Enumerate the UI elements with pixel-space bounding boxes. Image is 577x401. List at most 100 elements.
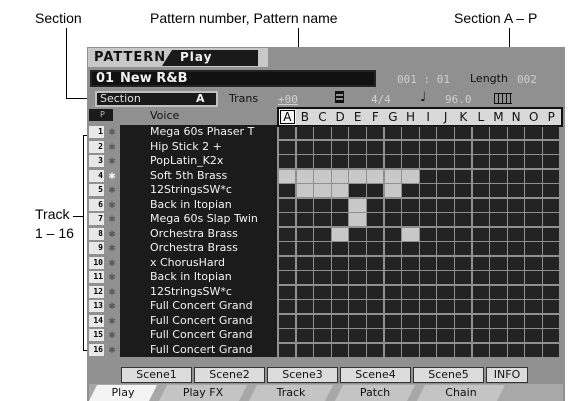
section-m[interactable]: M (490, 109, 507, 125)
tab-chain[interactable]: Chain (417, 385, 505, 401)
pattern-cell[interactable] (349, 271, 366, 285)
pattern-cell[interactable] (331, 242, 349, 256)
pattern-cell[interactable] (367, 184, 384, 198)
pattern-cell[interactable] (349, 256, 366, 270)
pattern-cell[interactable] (279, 314, 296, 328)
pattern-cell[interactable] (296, 213, 313, 227)
pattern-cell[interactable] (507, 300, 525, 314)
tab-play-fx[interactable]: Play FX (159, 385, 247, 401)
pattern-cell[interactable] (279, 213, 296, 227)
pattern-cell[interactable] (419, 256, 437, 270)
pattern-cell[interactable] (490, 184, 507, 198)
pattern-cell[interactable] (419, 184, 437, 198)
pattern-cell[interactable] (472, 256, 489, 270)
pattern-cell-filled[interactable] (314, 169, 331, 183)
pattern-cell[interactable] (543, 285, 560, 299)
section-o[interactable]: O (525, 109, 542, 125)
pattern-cell[interactable] (296, 155, 313, 169)
pattern-cell[interactable] (314, 314, 331, 328)
pattern-cell[interactable] (314, 256, 331, 270)
pattern-cell[interactable] (402, 140, 419, 154)
pattern-cell[interactable] (543, 271, 560, 285)
pattern-cell[interactable] (437, 343, 454, 357)
pattern-cell[interactable] (279, 271, 296, 285)
pattern-cell[interactable] (402, 184, 419, 198)
track-voice[interactable]: Mega 60s Phaser T (120, 125, 277, 140)
track-row[interactable]: 10 ✱ x ChorusHard (89, 255, 277, 270)
pattern-cell[interactable] (419, 242, 437, 256)
scene-2-button[interactable]: Scene2 (194, 367, 265, 383)
pattern-cell[interactable] (525, 169, 542, 183)
pattern-cell-filled[interactable] (384, 169, 401, 183)
pattern-cell[interactable] (331, 256, 349, 270)
pattern-cell[interactable] (419, 227, 437, 241)
pattern-cell[interactable] (419, 343, 437, 357)
pattern-cell[interactable] (384, 198, 401, 212)
tab-track[interactable]: Track (249, 385, 333, 401)
track-row[interactable]: 9 ✱ Orchestra Brass (89, 241, 277, 256)
pattern-cell[interactable] (419, 126, 437, 140)
pattern-cell[interactable] (384, 140, 401, 154)
pattern-cell[interactable] (507, 256, 525, 270)
pattern-cell[interactable] (437, 140, 454, 154)
pattern-cell[interactable] (384, 213, 401, 227)
track-voice[interactable]: Full Concert Grand (120, 313, 277, 328)
pattern-cell[interactable] (402, 300, 419, 314)
pattern-cell[interactable] (490, 169, 507, 183)
pattern-cell[interactable] (314, 227, 331, 241)
pattern-cell[interactable] (543, 343, 560, 357)
pattern-cell[interactable] (367, 213, 384, 227)
pattern-cell-filled[interactable] (296, 169, 313, 183)
track-row[interactable]: 1 ✱ Mega 60s Phaser T (89, 125, 277, 140)
pattern-cell[interactable] (349, 329, 366, 343)
track-voice[interactable]: Orchestra Brass (120, 241, 277, 256)
pattern-cell[interactable] (331, 329, 349, 343)
pattern-cell[interactable] (279, 285, 296, 299)
pattern-cell[interactable] (437, 227, 454, 241)
pattern-cell[interactable] (367, 155, 384, 169)
track-row[interactable]: 4 ✱ Soft 5th Brass (89, 168, 277, 183)
track-row[interactable]: 16 ✱ Full Concert Grand (89, 342, 277, 357)
pattern-cell[interactable] (472, 184, 489, 198)
pattern-cell[interactable] (437, 300, 454, 314)
pattern-cell[interactable] (455, 285, 472, 299)
pattern-cell[interactable] (437, 169, 454, 183)
pattern-cell[interactable] (472, 242, 489, 256)
pattern-cell[interactable] (314, 198, 331, 212)
pattern-cell[interactable] (296, 242, 313, 256)
pattern-cell[interactable] (314, 155, 331, 169)
pattern-cell[interactable] (455, 213, 472, 227)
pattern-cell[interactable] (384, 285, 401, 299)
pattern-cell[interactable] (419, 271, 437, 285)
pattern-cell[interactable] (402, 126, 419, 140)
pattern-cell-filled[interactable] (331, 169, 349, 183)
pattern-cell[interactable] (296, 227, 313, 241)
pattern-cell[interactable] (455, 300, 472, 314)
pattern-cell[interactable] (455, 140, 472, 154)
pattern-cell[interactable] (331, 198, 349, 212)
pattern-cell-filled[interactable] (279, 169, 296, 183)
pattern-cell[interactable] (455, 343, 472, 357)
pattern-cell[interactable] (296, 314, 313, 328)
pattern-cell[interactable] (490, 300, 507, 314)
pattern-cell[interactable] (279, 256, 296, 270)
track-voice[interactable]: Soft 5th Brass (120, 168, 277, 183)
pattern-cell[interactable] (384, 242, 401, 256)
pattern-cell[interactable] (525, 271, 542, 285)
pattern-cell[interactable] (455, 155, 472, 169)
track-voice[interactable]: Back in Itopian (120, 270, 277, 285)
pattern-cell[interactable] (507, 329, 525, 343)
track-voice[interactable]: Orchestra Brass (120, 226, 277, 241)
pattern-cell[interactable] (437, 256, 454, 270)
pattern-cell[interactable] (296, 198, 313, 212)
track-row[interactable]: 13 ✱ Full Concert Grand (89, 299, 277, 314)
pattern-cell[interactable] (472, 271, 489, 285)
pattern-cell[interactable] (314, 140, 331, 154)
pattern-cell[interactable] (419, 329, 437, 343)
track-row[interactable]: 12 ✱ 12StringsSW*c (89, 284, 277, 299)
pattern-cell[interactable] (419, 155, 437, 169)
pattern-cell[interactable] (543, 169, 560, 183)
pattern-cell[interactable] (525, 155, 542, 169)
pattern-cell[interactable] (507, 169, 525, 183)
pattern-cell[interactable] (384, 155, 401, 169)
